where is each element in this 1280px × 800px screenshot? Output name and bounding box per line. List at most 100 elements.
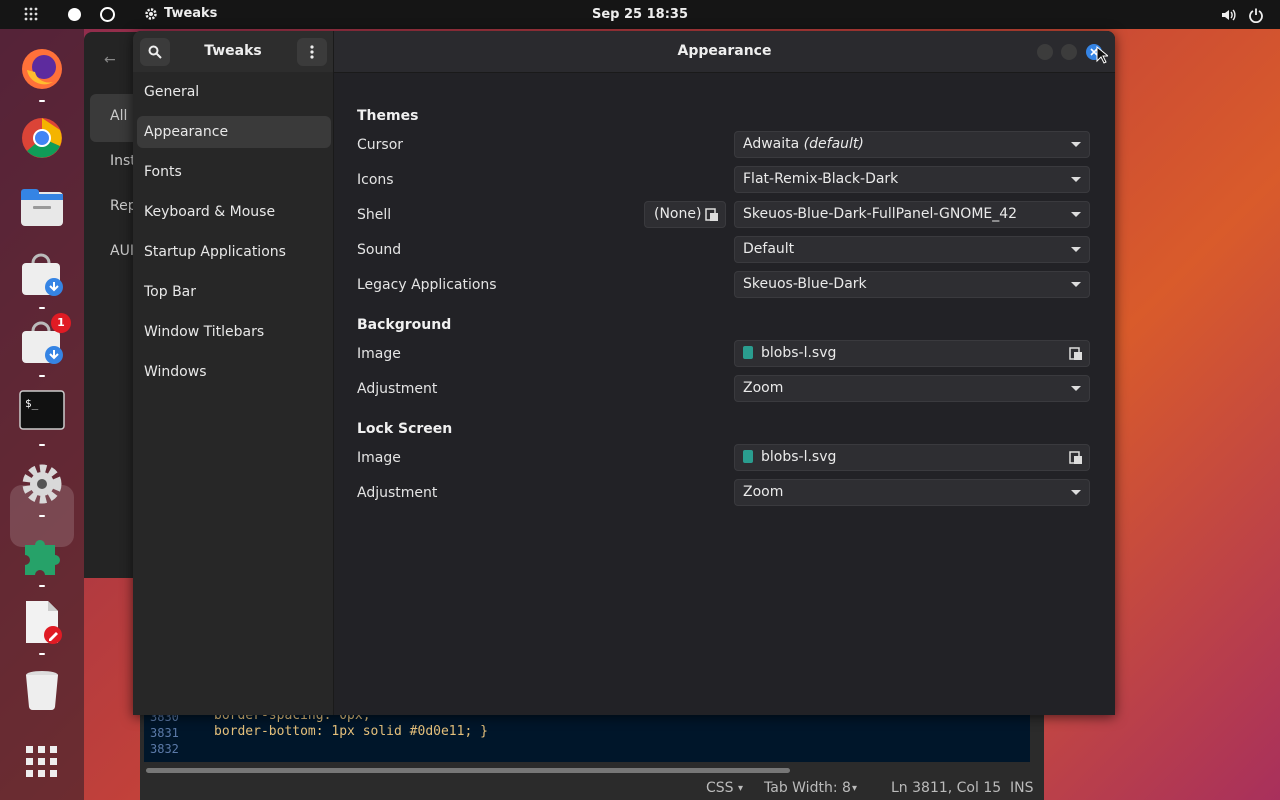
clock[interactable]: Sep 25 18:35 [592, 7, 688, 22]
shell-theme-value: Skeuos-Blue-Dark-FullPanel-GNOME_42 [743, 206, 1018, 222]
search-button[interactable] [140, 38, 170, 66]
sidebar-item-appearance[interactable]: Appearance [137, 116, 331, 148]
background-adjustment-dropdown[interactable]: Zoom [734, 375, 1090, 402]
insert-mode: INS [1010, 780, 1034, 796]
code-line: border-bottom: 1px solid #0d0e11; } [214, 724, 488, 739]
dropdown-arrow-icon [1071, 386, 1081, 391]
tab-width-selector[interactable]: Tab Width: 8 [764, 780, 851, 796]
line-number: 3831 [150, 726, 179, 740]
horizontal-scrollbar[interactable] [146, 768, 790, 773]
shell-none-button[interactable]: (None) [644, 201, 726, 228]
lock-screen-image-value: blobs-l.svg [761, 449, 837, 465]
sidebar-header: Tweaks [133, 31, 333, 72]
page-title: Appearance [677, 43, 772, 59]
dropdown-arrow-icon [1071, 212, 1081, 217]
line-number: 3832 [150, 742, 179, 756]
software-updates-launcher[interactable]: 1 [19, 313, 71, 377]
background-heading: Background [357, 317, 452, 333]
legacy-theme-value: Skeuos-Blue-Dark [743, 276, 867, 292]
app-menu[interactable]: Tweaks [144, 6, 217, 21]
sound-theme-value: Default [743, 241, 795, 257]
activities-grid-icon[interactable] [24, 7, 38, 21]
sound-theme-dropdown[interactable]: Default [734, 236, 1090, 263]
file-chooser-icon [705, 208, 718, 221]
cursor-label: Cursor [357, 137, 404, 153]
lock-screen-adjustment-label: Adjustment [357, 485, 438, 501]
shell-none-label: (None) [654, 206, 702, 222]
background-image-chooser[interactable]: blobs-l.svg [734, 340, 1090, 367]
shell-theme-dropdown[interactable]: Skeuos-Blue-Dark-FullPanel-GNOME_42 [734, 201, 1090, 228]
file-chooser-icon [1069, 347, 1082, 360]
firefox-launcher[interactable] [19, 46, 65, 102]
volume-icon[interactable] [1220, 7, 1236, 23]
icons-theme-value: Flat-Remix-Black-Dark [743, 171, 899, 187]
files-launcher[interactable] [19, 184, 65, 230]
workspace-2-indicator[interactable] [100, 7, 115, 22]
trash-launcher[interactable] [19, 667, 65, 713]
background-item[interactable]: Inst [110, 153, 136, 169]
cursor-theme-dropdown[interactable]: Adwaita (default) [734, 131, 1090, 158]
sidebar-title: Tweaks [204, 43, 262, 59]
puzzle-piece-icon [25, 540, 60, 575]
text-editor-window[interactable]: 3830 border-spacing: 0px; 3831 border-bo… [140, 700, 1044, 800]
dropdown-arrow-icon [1071, 282, 1081, 287]
show-apps-button[interactable] [19, 739, 65, 785]
back-arrow-icon[interactable]: ← [104, 52, 116, 68]
text-editor-launcher[interactable] [19, 599, 65, 655]
sidebar: Tweaks General Appearance Fonts Keyboard… [133, 31, 334, 715]
background-item[interactable]: All [110, 108, 127, 124]
top-bar: Tweaks Sep 25 18:35 [0, 0, 1280, 29]
lock-screen-image-chooser[interactable]: blobs-l.svg [734, 444, 1090, 471]
code-area[interactable]: 3830 border-spacing: 0px; 3831 border-bo… [144, 708, 1030, 762]
sidebar-item-window-titlebars[interactable]: Window Titlebars [137, 316, 331, 348]
dropdown-arrow-icon [1071, 142, 1081, 147]
tweaks-launcher[interactable] [19, 461, 65, 517]
background-image-label: Image [357, 346, 401, 362]
trash-icon [26, 671, 58, 711]
sidebar-item-keyboard-mouse[interactable]: Keyboard & Mouse [137, 196, 331, 228]
cursor-theme-value: Adwaita [743, 136, 800, 152]
dropdown-arrow-icon [1071, 177, 1081, 182]
terminal-launcher[interactable]: $_ [19, 390, 65, 446]
shell-label: Shell [357, 207, 392, 223]
terminal-icon: $_ [19, 390, 65, 430]
appearance-panel: Appearance Themes Cursor Adwaita (defaul… [334, 31, 1115, 715]
svg-file-icon [743, 346, 753, 359]
app-grid-icon [26, 746, 57, 777]
background-item[interactable]: AUI [110, 243, 134, 259]
menu-button[interactable] [297, 38, 327, 66]
svg-file-icon [743, 450, 753, 463]
icons-theme-dropdown[interactable]: Flat-Remix-Black-Dark [734, 166, 1090, 193]
sidebar-item-windows[interactable]: Windows [137, 356, 331, 388]
mouse-pointer-icon [1096, 46, 1108, 64]
chrome-launcher[interactable] [19, 115, 65, 161]
firefox-icon [22, 49, 62, 89]
workspace-1-indicator[interactable] [68, 8, 81, 21]
cursor-position[interactable]: Ln 3811, Col 15 [891, 780, 1001, 796]
sidebar-item-startup-applications[interactable]: Startup Applications [137, 236, 331, 268]
kebab-menu-icon [310, 45, 314, 59]
file-chooser-icon [1069, 451, 1082, 464]
extensions-launcher[interactable] [19, 531, 65, 587]
sound-label: Sound [357, 242, 402, 258]
chevron-down-icon: ▾ [738, 783, 744, 794]
maximize-button[interactable] [1061, 44, 1077, 60]
text-editor-icon [26, 601, 62, 644]
sidebar-item-general[interactable]: General [137, 76, 331, 108]
lock-screen-image-label: Image [357, 450, 401, 466]
power-icon[interactable] [1248, 7, 1264, 23]
sidebar-item-fonts[interactable]: Fonts [137, 156, 331, 188]
minimize-button[interactable] [1037, 44, 1053, 60]
background-adjustment-value: Zoom [743, 380, 784, 396]
language-selector[interactable]: CSS [706, 780, 734, 796]
folder-icon [21, 189, 63, 226]
lock-screen-adjustment-dropdown[interactable]: Zoom [734, 479, 1090, 506]
legacy-applications-dropdown[interactable]: Skeuos-Blue-Dark [734, 271, 1090, 298]
legacy-applications-label: Legacy Applications [357, 277, 497, 293]
tweaks-gear-icon [145, 7, 157, 20]
svg-text:$_: $_ [25, 397, 39, 410]
sidebar-item-top-bar[interactable]: Top Bar [137, 276, 331, 308]
tweaks-window: Tweaks General Appearance Fonts Keyboard… [133, 31, 1115, 715]
icons-label: Icons [357, 172, 394, 188]
software-launcher[interactable] [19, 253, 65, 309]
